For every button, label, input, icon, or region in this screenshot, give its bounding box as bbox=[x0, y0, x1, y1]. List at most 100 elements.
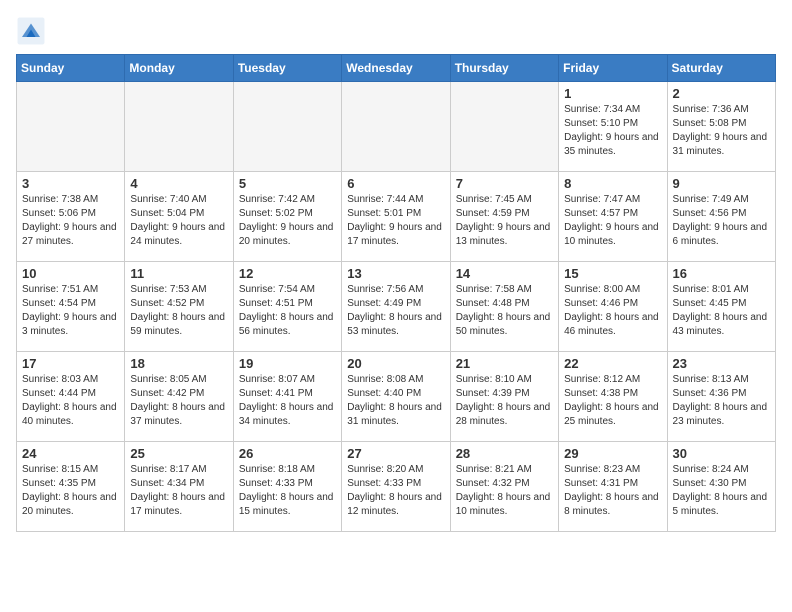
calendar-cell: 11 Sunrise: 7:53 AM Sunset: 4:52 PM Dayli… bbox=[125, 262, 233, 352]
day-number: 18 bbox=[130, 356, 227, 371]
calendar-cell bbox=[125, 82, 233, 172]
day-number: 13 bbox=[347, 266, 444, 281]
day-info: Sunrise: 8:23 AM Sunset: 4:31 PM Dayligh… bbox=[564, 463, 661, 519]
calendar-cell: 3Sunrise: 7:38 AM Sunset: 5:06 PM Daylig… bbox=[17, 172, 125, 262]
calendar-cell: 17Sunrise: 8:03 AM Sunset: 4:44 PM Dayli… bbox=[17, 352, 125, 442]
column-header-wednesday: Wednesday bbox=[342, 55, 450, 82]
day-number: 11 bbox=[130, 266, 227, 281]
day-number: 21 bbox=[456, 356, 553, 371]
calendar-cell: 10 Sunrise: 7:51 AM Sunset: 4:54 PM Dayli… bbox=[17, 262, 125, 352]
calendar-cell bbox=[450, 82, 558, 172]
day-number: 1 bbox=[564, 86, 661, 101]
calendar-cell bbox=[233, 82, 341, 172]
day-info: Sunrise: 8:01 AM Sunset: 4:45 PM Dayligh… bbox=[673, 283, 770, 339]
day-info: Sunrise: 7:58 AM Sunset: 4:48 PM Dayligh… bbox=[456, 283, 553, 339]
day-info: Sunrise: 8:10 AM Sunset: 4:39 PM Dayligh… bbox=[456, 373, 553, 429]
column-header-sunday: Sunday bbox=[17, 55, 125, 82]
calendar-cell: 6 Sunrise: 7:44 AM Sunset: 5:01 PM Daylig… bbox=[342, 172, 450, 262]
calendar-header-row: SundayMondayTuesdayWednesdayThursdayFrid… bbox=[17, 55, 776, 82]
calendar-cell bbox=[342, 82, 450, 172]
day-number: 15 bbox=[564, 266, 661, 281]
calendar-cell: 23 Sunrise: 8:13 AM Sunset: 4:36 PM Dayli… bbox=[667, 352, 775, 442]
day-info: Sunrise: 8:08 AM Sunset: 4:40 PM Dayligh… bbox=[347, 373, 444, 429]
calendar-week-3: 10 Sunrise: 7:51 AM Sunset: 4:54 PM Dayli… bbox=[17, 262, 776, 352]
calendar-cell bbox=[17, 82, 125, 172]
calendar-body: 1Sunrise: 7:34 AM Sunset: 5:10 PM Daylig… bbox=[17, 82, 776, 532]
calendar-cell: 16Sunrise: 8:01 AM Sunset: 4:45 PM Dayli… bbox=[667, 262, 775, 352]
day-info: Sunrise: 7:49 AM Sunset: 4:56 PM Dayligh… bbox=[673, 193, 770, 249]
day-info: Sunrise: 8:20 AM Sunset: 4:33 PM Dayligh… bbox=[347, 463, 444, 519]
calendar-week-5: 24 Sunrise: 8:15 AM Sunset: 4:35 PM Dayli… bbox=[17, 442, 776, 532]
day-info: Sunrise: 7:53 AM Sunset: 4:52 PM Dayligh… bbox=[130, 283, 227, 339]
calendar-cell: 8 Sunrise: 7:47 AM Sunset: 4:57 PM Daylig… bbox=[559, 172, 667, 262]
calendar-cell: 19 Sunrise: 8:07 AM Sunset: 4:41 PM Dayli… bbox=[233, 352, 341, 442]
calendar-cell: 5Sunrise: 7:42 AM Sunset: 5:02 PM Daylig… bbox=[233, 172, 341, 262]
calendar-cell: 9 Sunrise: 7:49 AM Sunset: 4:56 PM Daylig… bbox=[667, 172, 775, 262]
day-info: Sunrise: 8:12 AM Sunset: 4:38 PM Dayligh… bbox=[564, 373, 661, 429]
calendar-cell: 1Sunrise: 7:34 AM Sunset: 5:10 PM Daylig… bbox=[559, 82, 667, 172]
calendar-cell: 22 Sunrise: 8:12 AM Sunset: 4:38 PM Dayli… bbox=[559, 352, 667, 442]
column-header-monday: Monday bbox=[125, 55, 233, 82]
day-info: Sunrise: 7:45 AM Sunset: 4:59 PM Dayligh… bbox=[456, 193, 553, 249]
calendar-week-1: 1Sunrise: 7:34 AM Sunset: 5:10 PM Daylig… bbox=[17, 82, 776, 172]
day-info: Sunrise: 7:54 AM Sunset: 4:51 PM Dayligh… bbox=[239, 283, 336, 339]
day-info: Sunrise: 8:13 AM Sunset: 4:36 PM Dayligh… bbox=[673, 373, 770, 429]
calendar-cell: 29 Sunrise: 8:23 AM Sunset: 4:31 PM Dayli… bbox=[559, 442, 667, 532]
day-info: Sunrise: 7:51 AM Sunset: 4:54 PM Dayligh… bbox=[22, 283, 119, 339]
day-number: 6 bbox=[347, 176, 444, 191]
calendar-cell: 2Sunrise: 7:36 AM Sunset: 5:08 PM Daylig… bbox=[667, 82, 775, 172]
calendar-cell: 14 Sunrise: 7:58 AM Sunset: 4:48 PM Dayli… bbox=[450, 262, 558, 352]
day-number: 14 bbox=[456, 266, 553, 281]
column-header-friday: Friday bbox=[559, 55, 667, 82]
day-info: Sunrise: 7:47 AM Sunset: 4:57 PM Dayligh… bbox=[564, 193, 661, 249]
day-info: Sunrise: 7:40 AM Sunset: 5:04 PM Dayligh… bbox=[130, 193, 227, 249]
column-header-saturday: Saturday bbox=[667, 55, 775, 82]
calendar-cell: 27 Sunrise: 8:20 AM Sunset: 4:33 PM Dayli… bbox=[342, 442, 450, 532]
calendar-week-2: 3Sunrise: 7:38 AM Sunset: 5:06 PM Daylig… bbox=[17, 172, 776, 262]
day-number: 23 bbox=[673, 356, 770, 371]
calendar-cell: 4 Sunrise: 7:40 AM Sunset: 5:04 PM Daylig… bbox=[125, 172, 233, 262]
day-info: Sunrise: 8:00 AM Sunset: 4:46 PM Dayligh… bbox=[564, 283, 661, 339]
day-info: Sunrise: 8:17 AM Sunset: 4:34 PM Dayligh… bbox=[130, 463, 227, 519]
day-info: Sunrise: 7:44 AM Sunset: 5:01 PM Dayligh… bbox=[347, 193, 444, 249]
day-number: 25 bbox=[130, 446, 227, 461]
calendar-cell: 13 Sunrise: 7:56 AM Sunset: 4:49 PM Dayli… bbox=[342, 262, 450, 352]
calendar-cell: 24 Sunrise: 8:15 AM Sunset: 4:35 PM Dayli… bbox=[17, 442, 125, 532]
calendar-cell: 20 Sunrise: 8:08 AM Sunset: 4:40 PM Dayli… bbox=[342, 352, 450, 442]
calendar-cell: 7 Sunrise: 7:45 AM Sunset: 4:59 PM Daylig… bbox=[450, 172, 558, 262]
day-number: 9 bbox=[673, 176, 770, 191]
calendar-cell: 18 Sunrise: 8:05 AM Sunset: 4:42 PM Dayli… bbox=[125, 352, 233, 442]
calendar-cell: 21 Sunrise: 8:10 AM Sunset: 4:39 PM Dayli… bbox=[450, 352, 558, 442]
day-number: 12 bbox=[239, 266, 336, 281]
day-number: 7 bbox=[456, 176, 553, 191]
day-info: Sunrise: 8:03 AM Sunset: 4:44 PM Dayligh… bbox=[22, 373, 119, 429]
day-number: 22 bbox=[564, 356, 661, 371]
day-number: 28 bbox=[456, 446, 553, 461]
calendar-cell: 30 Sunrise: 8:24 AM Sunset: 4:30 PM Dayli… bbox=[667, 442, 775, 532]
calendar-week-4: 17Sunrise: 8:03 AM Sunset: 4:44 PM Dayli… bbox=[17, 352, 776, 442]
day-info: Sunrise: 7:38 AM Sunset: 5:06 PM Dayligh… bbox=[22, 193, 119, 249]
calendar-cell: 26Sunrise: 8:18 AM Sunset: 4:33 PM Dayli… bbox=[233, 442, 341, 532]
calendar-cell: 28Sunrise: 8:21 AM Sunset: 4:32 PM Dayli… bbox=[450, 442, 558, 532]
day-number: 19 bbox=[239, 356, 336, 371]
page-header bbox=[16, 16, 776, 46]
day-number: 27 bbox=[347, 446, 444, 461]
day-info: Sunrise: 8:15 AM Sunset: 4:35 PM Dayligh… bbox=[22, 463, 119, 519]
day-number: 29 bbox=[564, 446, 661, 461]
day-info: Sunrise: 8:07 AM Sunset: 4:41 PM Dayligh… bbox=[239, 373, 336, 429]
day-info: Sunrise: 7:56 AM Sunset: 4:49 PM Dayligh… bbox=[347, 283, 444, 339]
day-number: 26 bbox=[239, 446, 336, 461]
day-number: 30 bbox=[673, 446, 770, 461]
day-number: 4 bbox=[130, 176, 227, 191]
day-number: 8 bbox=[564, 176, 661, 191]
day-info: Sunrise: 8:24 AM Sunset: 4:30 PM Dayligh… bbox=[673, 463, 770, 519]
logo-icon bbox=[16, 16, 46, 46]
column-header-thursday: Thursday bbox=[450, 55, 558, 82]
day-info: Sunrise: 7:42 AM Sunset: 5:02 PM Dayligh… bbox=[239, 193, 336, 249]
day-number: 24 bbox=[22, 446, 119, 461]
day-info: Sunrise: 8:05 AM Sunset: 4:42 PM Dayligh… bbox=[130, 373, 227, 429]
day-number: 2 bbox=[673, 86, 770, 101]
day-number: 10 bbox=[22, 266, 119, 281]
day-number: 20 bbox=[347, 356, 444, 371]
logo bbox=[16, 16, 50, 46]
